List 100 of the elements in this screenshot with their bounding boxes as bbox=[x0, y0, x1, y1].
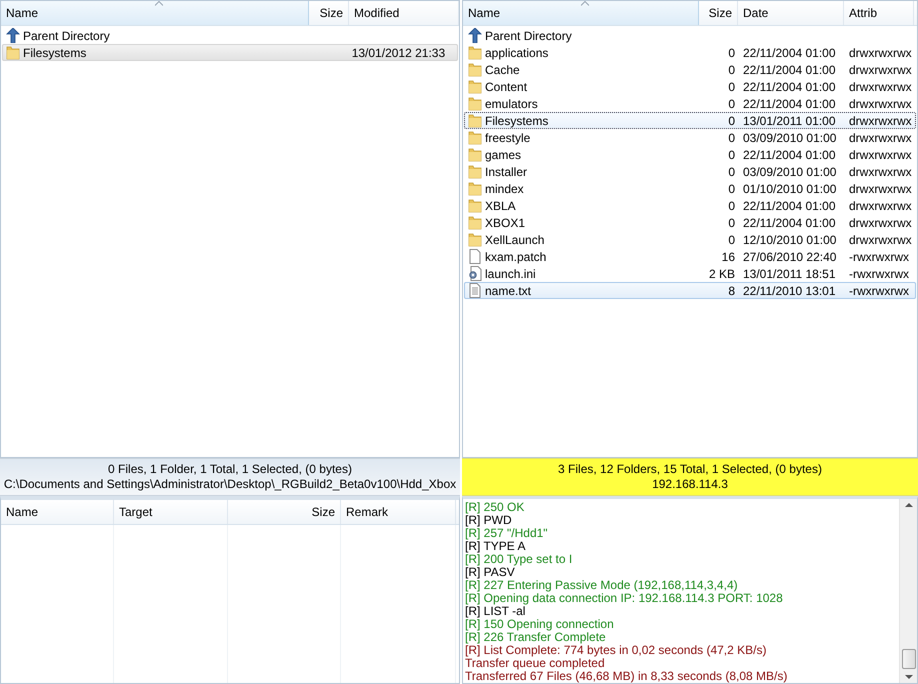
table-cell: 0 bbox=[728, 130, 735, 144]
table-cell: XBOX1 bbox=[485, 216, 526, 230]
table-cell: 16 bbox=[722, 250, 735, 264]
column-header[interactable]: Name bbox=[463, 1, 699, 25]
folder-icon bbox=[468, 113, 482, 128]
column-header[interactable]: Target bbox=[114, 500, 228, 524]
folder-icon bbox=[468, 164, 482, 179]
table-cell: 03/09/2010 01:00 bbox=[743, 130, 836, 144]
folder-icon bbox=[468, 130, 482, 145]
table-cell: 22/11/2004 01:00 bbox=[743, 148, 836, 162]
folder-icon bbox=[468, 232, 482, 247]
table-cell: Filesystems bbox=[485, 114, 548, 128]
table-cell: 0 bbox=[728, 198, 735, 212]
log-line: [R] 227 Entering Passive Mode (192,168,114,3,4,4) bbox=[465, 579, 739, 592]
table-cell: 2 KB bbox=[708, 266, 735, 280]
table-cell: drwxrwxrwx bbox=[849, 130, 912, 144]
up-arrow-icon bbox=[6, 28, 20, 43]
log-line: [R] LIST -al bbox=[465, 605, 526, 618]
table-cell: 22/11/2010 13:01 bbox=[743, 284, 836, 298]
table-cell: -rwxrwxrwx bbox=[849, 250, 909, 264]
table-cell: 0 bbox=[728, 148, 735, 162]
log-line: [R] 150 Opening connection bbox=[465, 618, 615, 631]
scrollbar-thumb[interactable] bbox=[902, 649, 916, 669]
file-row[interactable]: Filesystems 0 13/01/2011 01:00 drwxrwxrwx bbox=[464, 112, 916, 129]
text-file-icon bbox=[468, 283, 482, 298]
table-cell: freestyle bbox=[485, 130, 530, 144]
table-cell: 03/09/2010 01:00 bbox=[743, 164, 836, 178]
sort-caret-icon bbox=[154, 1, 162, 6]
sort-caret-icon bbox=[580, 1, 588, 6]
table-cell: Content bbox=[485, 80, 528, 94]
table-cell: 22/11/2004 01:00 bbox=[743, 62, 836, 76]
table-cell: XellLaunch bbox=[485, 232, 544, 246]
log-line: Transfer queue completed bbox=[465, 657, 605, 670]
table-cell: 8 bbox=[728, 284, 735, 298]
log-line: [R] Opening data connection IP: 192.168.114.3 PORT: 1028 bbox=[465, 592, 784, 605]
table-cell: applications bbox=[485, 46, 548, 60]
up-arrow-icon bbox=[468, 28, 482, 43]
log-line: [R] 200 Type set to I bbox=[465, 553, 574, 566]
table-cell: drwxrwxrwx bbox=[849, 216, 912, 230]
table-cell: 22/11/2004 01:00 bbox=[743, 96, 836, 110]
table-cell: Filesystems bbox=[23, 46, 86, 60]
log-line: Transferred 67 Files (46,68 MB) in 8,33 seconds (8,08 MB/s) bbox=[465, 670, 788, 683]
log-line: [R] 226 Transfer Complete bbox=[465, 631, 607, 644]
table-cell: mindex bbox=[485, 182, 524, 196]
table-cell: 0 bbox=[728, 80, 735, 94]
column-header[interactable]: Name bbox=[1, 1, 309, 25]
table-cell: Parent Directory bbox=[23, 28, 110, 42]
table-cell: 22/11/2004 01:00 bbox=[743, 46, 836, 60]
column-header[interactable]: Size bbox=[309, 1, 349, 25]
table-cell: 13/01/2011 18:51 bbox=[743, 266, 836, 280]
scroll-up-icon[interactable] bbox=[904, 502, 912, 507]
path-label: C:\Documents and Settings\Administrator\Desktop\_RGBuild2_Beta0v100\Hdd_Xbox bbox=[4, 477, 456, 492]
table-cell: kxam.patch bbox=[485, 250, 546, 264]
table-cell: drwxrwxrwx bbox=[849, 198, 912, 212]
table-cell: drwxrwxrwx bbox=[849, 182, 912, 196]
table-cell: 0 bbox=[728, 46, 735, 60]
table-cell: 0 bbox=[728, 232, 735, 246]
table-cell: 22/11/2004 01:00 bbox=[743, 216, 836, 230]
file-row[interactable]: Filesystems 13/01/2012 21:33 bbox=[2, 44, 458, 61]
column-header[interactable]: Modified bbox=[349, 1, 459, 25]
folder-icon bbox=[468, 96, 482, 111]
folder-icon bbox=[468, 215, 482, 230]
table-cell: -rwxrwxrwx bbox=[849, 266, 909, 280]
column-header[interactable]: Name bbox=[1, 500, 114, 524]
scroll-down-icon[interactable] bbox=[904, 675, 912, 680]
table-cell: Parent Directory bbox=[485, 28, 572, 42]
column-header[interactable]: Size bbox=[699, 1, 738, 25]
table-cell: drwxrwxrwx bbox=[849, 164, 912, 178]
folder-icon bbox=[468, 198, 482, 213]
table-cell: drwxrwxrwx bbox=[849, 148, 912, 162]
path-label: 192.168.114.3 bbox=[652, 477, 728, 492]
table-cell: drwxrwxrwx bbox=[849, 46, 912, 60]
table-cell: drwxrwxrwx bbox=[849, 114, 912, 128]
table-cell: 0 bbox=[728, 62, 735, 76]
table-cell: drwxrwxrwx bbox=[849, 96, 912, 110]
table-cell: 13/01/2011 01:00 bbox=[743, 114, 836, 128]
table-cell: 0 bbox=[728, 216, 735, 230]
table-cell: 01/10/2010 01:00 bbox=[743, 182, 836, 196]
table-cell: 0 bbox=[728, 182, 735, 196]
table-cell: Cache bbox=[485, 62, 520, 76]
table-cell: drwxrwxrwx bbox=[849, 62, 912, 76]
table-cell: 0 bbox=[728, 96, 735, 110]
table-cell: 13/01/2012 21:33 bbox=[352, 46, 446, 60]
column-header[interactable]: Size bbox=[228, 500, 341, 524]
folder-icon bbox=[468, 79, 482, 94]
column-header[interactable]: Remark bbox=[341, 500, 456, 524]
folder-icon bbox=[468, 45, 482, 60]
folder-icon bbox=[468, 147, 482, 162]
column-header[interactable]: Date bbox=[738, 1, 844, 25]
table-cell: Installer bbox=[485, 164, 528, 178]
table-cell: 22/11/2004 01:00 bbox=[743, 80, 836, 94]
table-cell: 12/10/2010 01:00 bbox=[743, 232, 836, 246]
log-line: [R] 250 OK bbox=[465, 501, 526, 514]
folder-icon bbox=[468, 181, 482, 196]
column-header[interactable]: Attrib bbox=[844, 1, 914, 25]
selection-summary: 3 Files, 12 Folders, 15 Total, 1 Selected, (0 bytes) bbox=[558, 462, 822, 477]
file-row[interactable]: name.txt 8 22/11/2010 13:01 -rwxrwxrwx bbox=[464, 282, 916, 299]
scrollbar[interactable] bbox=[899, 499, 917, 683]
table-cell: 0 bbox=[728, 164, 735, 178]
log-line: [R] PASV bbox=[465, 566, 515, 579]
